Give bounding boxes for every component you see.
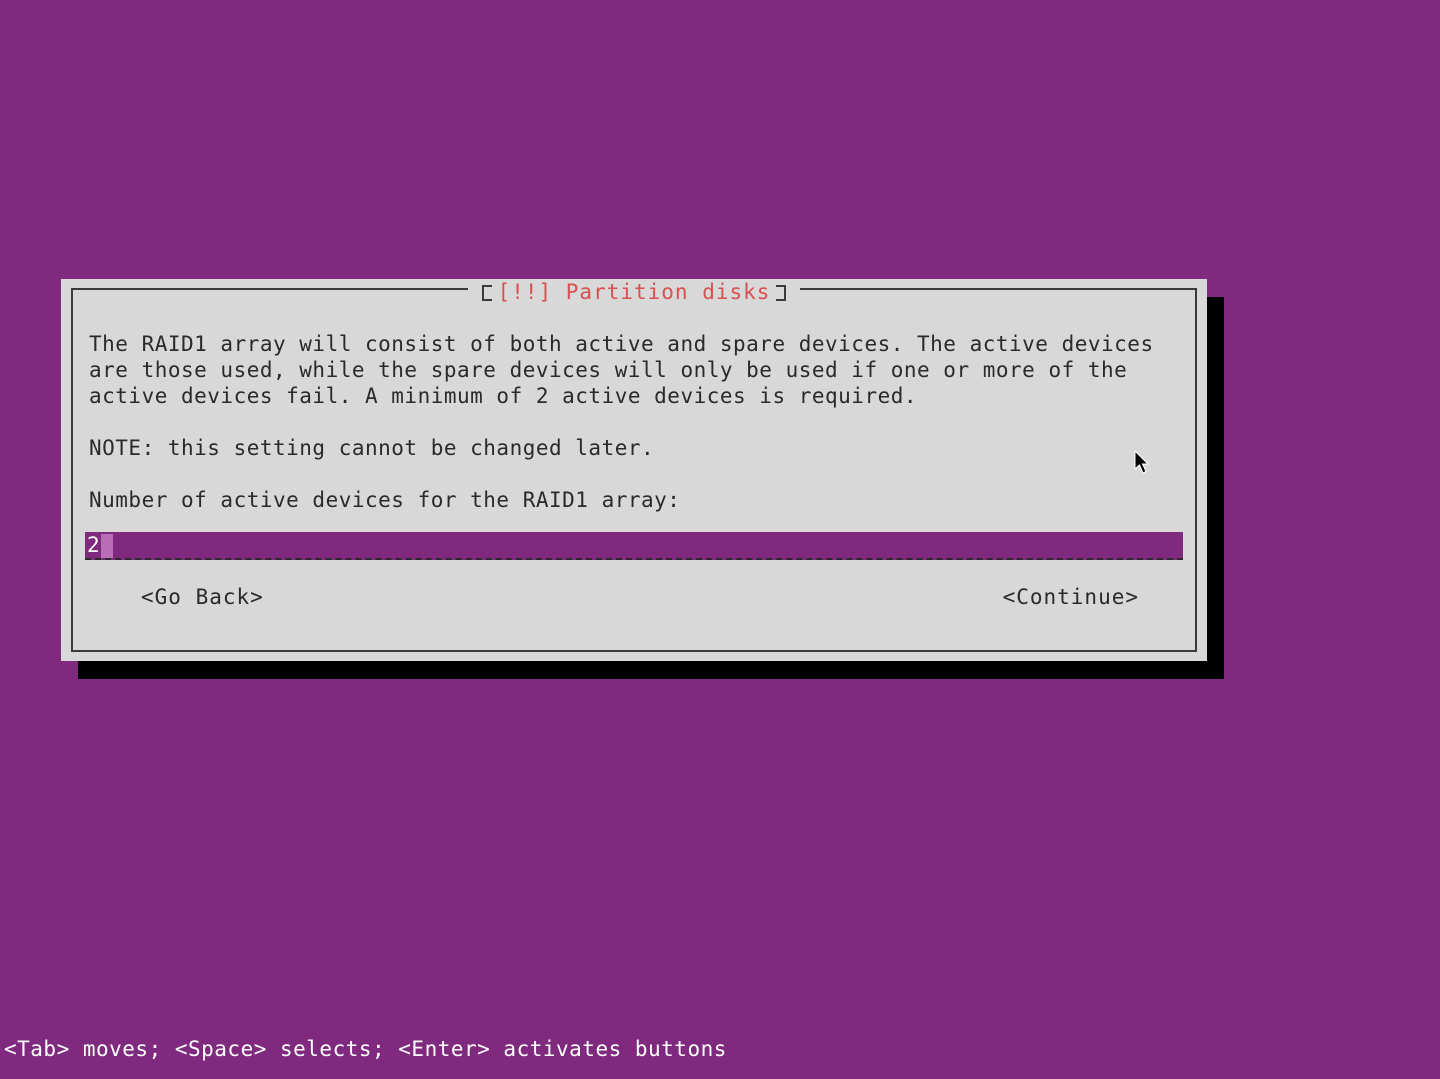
dialog-content: The RAID1 array will consist of both act… — [89, 331, 1179, 513]
mouse-cursor-icon — [1134, 450, 1152, 481]
input-value: 2 — [85, 532, 101, 558]
description-text: The RAID1 array will consist of both act… — [89, 331, 1179, 409]
title-bracket-left-icon — [482, 285, 492, 301]
go-back-button[interactable]: <Go Back> — [141, 585, 264, 609]
dialog-title: [!!] Partition disks — [468, 279, 801, 305]
continue-button[interactable]: <Continue> — [1003, 585, 1139, 609]
button-row: <Go Back> <Continue> — [89, 585, 1179, 609]
dialog-title-wrap: [!!] Partition disks — [61, 279, 1207, 305]
active-devices-input[interactable]: 2 — [85, 532, 1183, 560]
partition-dialog: [!!] Partition disks The RAID1 array wil… — [61, 279, 1207, 661]
dialog-title-text: [!!] Partition disks — [498, 280, 771, 304]
footer-hint: <Tab> moves; <Space> selects; <Enter> ac… — [4, 1037, 727, 1061]
note-text: NOTE: this setting cannot be changed lat… — [89, 435, 1179, 461]
prompt-text: Number of active devices for the RAID1 a… — [89, 487, 1179, 513]
title-bracket-right-icon — [776, 285, 786, 301]
text-cursor-icon — [101, 534, 113, 558]
